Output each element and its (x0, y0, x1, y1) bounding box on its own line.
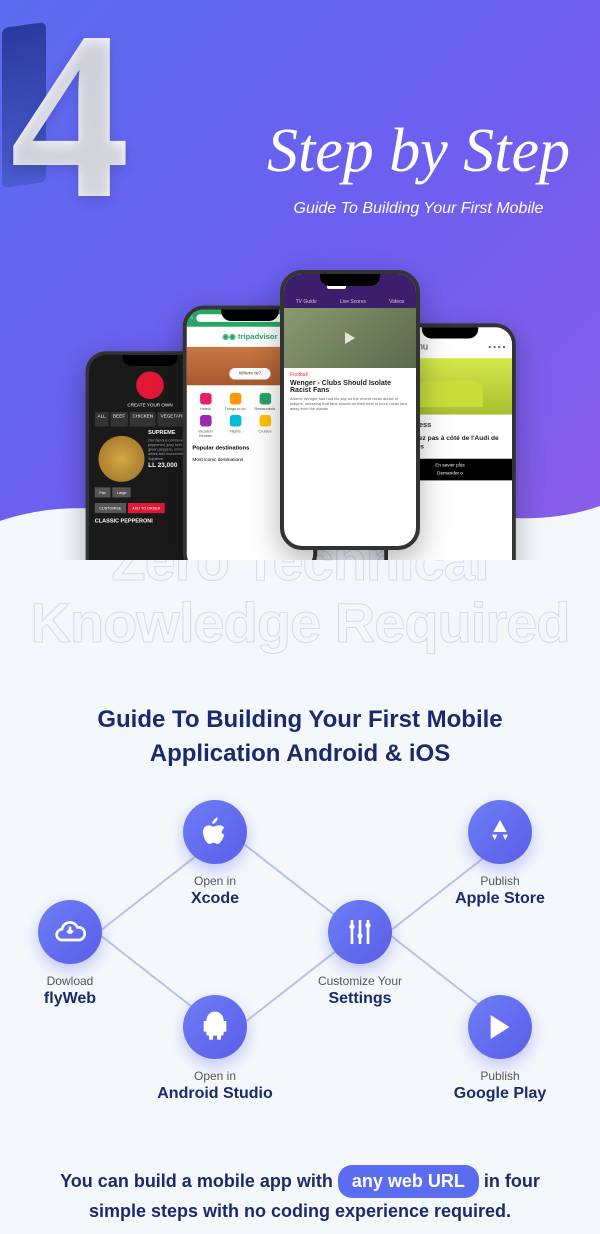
phone-notch (221, 309, 279, 321)
bottom-copy: You can build a mobile app with any web … (0, 1130, 600, 1225)
node-android: Open in Android Studio (155, 995, 275, 1103)
video-hero (284, 308, 416, 368)
apple-icon (183, 800, 247, 864)
node-apple-store: Publish Apple Store (440, 800, 560, 908)
phone-notch (422, 327, 478, 338)
article-category: Football (290, 372, 410, 378)
hero-title: Step by Step (267, 120, 570, 182)
search-pill: Where to? (229, 368, 270, 380)
hero-number: 4 (10, 0, 130, 235)
process-diagram: Dowload flyWeb Open in Xcode Open in And… (20, 800, 580, 1130)
phone-notch (320, 274, 380, 286)
cloud-download-icon (38, 900, 102, 964)
guide-heading: Guide To Building Your First Mobile Appl… (30, 703, 570, 770)
play-icon (345, 332, 355, 344)
phone-notch (122, 355, 177, 366)
hero-subtitle: Guide To Building Your First Mobile (267, 200, 570, 218)
audi-logo-icon: ⚬⚬⚬⚬ (487, 344, 506, 351)
node-settings: Customize Your Settings (300, 900, 420, 1008)
app-store-icon (468, 800, 532, 864)
article-body: Arsene Wenger has had his say on the rec… (290, 396, 410, 412)
pizzahut-logo-icon (136, 371, 164, 399)
pizza-image-icon (98, 436, 144, 482)
bein-tabs: TV Guide Live Scores Videos (284, 296, 416, 308)
article-headline: Wenger - Clubs Should Isolate Racist Fan… (290, 380, 410, 394)
phone-bein: beINSPORTS TV Guide Live Scores Videos F… (280, 270, 420, 550)
zero-section: Zero Technical Knowledge Required Guide … (0, 530, 600, 770)
hero-section: 4 Step by Step Guide To Building Your Fi… (0, 0, 600, 560)
phone-mockups: CREATE YOUR OWN ALL BEEF CHICKEN VEGETAR… (0, 250, 600, 560)
node-google-play: Publish Google Play (440, 995, 560, 1103)
phone-screen: beINSPORTS TV Guide Live Scores Videos F… (284, 274, 416, 546)
node-xcode: Open in Xcode (155, 800, 275, 908)
hero-title-block: Step by Step Guide To Building Your Firs… (267, 120, 570, 218)
android-icon (183, 995, 247, 1059)
node-download: Dowload flyWeb (10, 900, 130, 1008)
sliders-icon (328, 900, 392, 964)
google-play-icon (468, 995, 532, 1059)
home-icon: ⌂ (190, 315, 193, 321)
url-pill: any web URL (338, 1165, 479, 1198)
